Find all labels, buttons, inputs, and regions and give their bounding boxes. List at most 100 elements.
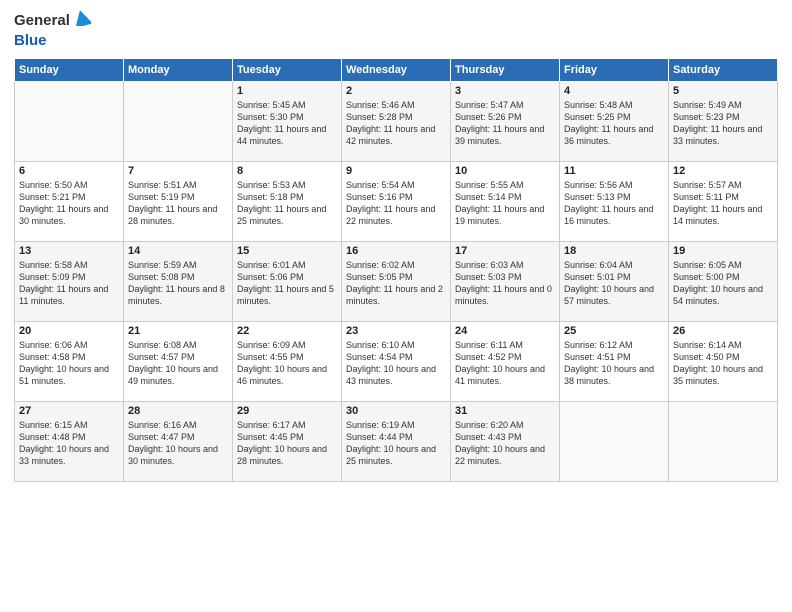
week-row-3: 13 Sunrise: 5:58 AM Sunset: 5:09 PM Dayli… — [15, 241, 778, 321]
day-info: Sunrise: 5:55 AM Sunset: 5:14 PM Dayligh… — [455, 180, 544, 226]
week-row-4: 20 Sunrise: 6:06 AM Sunset: 4:58 PM Dayli… — [15, 321, 778, 401]
calendar-header-row: SundayMondayTuesdayWednesdayThursdayFrid… — [15, 58, 778, 81]
col-header-tuesday: Tuesday — [233, 58, 342, 81]
calendar-cell: 5 Sunrise: 5:49 AM Sunset: 5:23 PM Daylig… — [669, 81, 778, 161]
calendar-cell: 21Sunrise: 6:08 AM Sunset: 4:57 PM Dayli… — [124, 321, 233, 401]
calendar-cell: 11 Sunrise: 5:56 AM Sunset: 5:13 PM Dayli… — [560, 161, 669, 241]
day-number: 21 — [128, 325, 228, 337]
calendar-cell: 25 Sunrise: 6:12 AM Sunset: 4:51 PM Dayli… — [560, 321, 669, 401]
day-info: Sunrise: 6:17 AM Sunset: 4:45 PM Dayligh… — [237, 420, 327, 466]
day-number: 24 — [455, 325, 555, 337]
day-number: 20 — [19, 325, 119, 337]
day-number: 3 — [455, 85, 555, 97]
day-number: 1 — [237, 85, 337, 97]
day-info: Sunrise: 6:20 AM Sunset: 4:43 PM Dayligh… — [455, 420, 545, 466]
day-number: 19 — [673, 245, 773, 257]
day-number: 30 — [346, 405, 446, 417]
day-info: Sunrise: 5:58 AM Sunset: 5:09 PM Dayligh… — [19, 260, 108, 306]
day-info: Sunrise: 6:02 AM Sunset: 5:05 PM Dayligh… — [346, 260, 443, 306]
day-info: Sunrise: 5:45 AM Sunset: 5:30 PM Dayligh… — [237, 100, 326, 146]
day-number: 10 — [455, 165, 555, 177]
day-number: 25 — [564, 325, 664, 337]
day-info: Sunrise: 6:16 AM Sunset: 4:47 PM Dayligh… — [128, 420, 218, 466]
day-number: 31 — [455, 405, 555, 417]
day-info: Sunrise: 6:11 AM Sunset: 4:52 PM Dayligh… — [455, 340, 545, 386]
calendar-cell: 1 Sunrise: 5:45 AM Sunset: 5:30 PM Daylig… — [233, 81, 342, 161]
calendar-cell: 4Sunrise: 5:48 AM Sunset: 5:25 PM Daylig… — [560, 81, 669, 161]
calendar-cell: 19 Sunrise: 6:05 AM Sunset: 5:00 PM Dayli… — [669, 241, 778, 321]
day-info: Sunrise: 5:57 AM Sunset: 5:11 PM Dayligh… — [673, 180, 762, 226]
calendar-cell: 27 Sunrise: 6:15 AM Sunset: 4:48 PM Dayli… — [15, 401, 124, 481]
day-info: Sunrise: 6:01 AM Sunset: 5:06 PM Dayligh… — [237, 260, 334, 306]
day-info: Sunrise: 6:09 AM Sunset: 4:55 PM Dayligh… — [237, 340, 327, 386]
week-row-1: 1 Sunrise: 5:45 AM Sunset: 5:30 PM Daylig… — [15, 81, 778, 161]
day-info: Sunrise: 6:05 AM Sunset: 5:00 PM Dayligh… — [673, 260, 763, 306]
calendar-table: SundayMondayTuesdayWednesdayThursdayFrid… — [14, 58, 778, 482]
calendar-cell: 30 Sunrise: 6:19 AM Sunset: 4:44 PM Dayli… — [342, 401, 451, 481]
calendar-cell: 17 Sunrise: 6:03 AM Sunset: 5:03 PM Dayli… — [451, 241, 560, 321]
calendar-cell: 3 Sunrise: 5:47 AM Sunset: 5:26 PM Daylig… — [451, 81, 560, 161]
day-number: 29 — [237, 405, 337, 417]
day-number: 17 — [455, 245, 555, 257]
calendar-cell — [669, 401, 778, 481]
calendar-cell: 18 Sunrise: 6:04 AM Sunset: 5:01 PM Dayli… — [560, 241, 669, 321]
calendar-cell: 20 Sunrise: 6:06 AM Sunset: 4:58 PM Dayli… — [15, 321, 124, 401]
day-info: Sunrise: 5:54 AM Sunset: 5:16 PM Dayligh… — [346, 180, 435, 226]
day-number: 8 — [237, 165, 337, 177]
day-number: 22 — [237, 325, 337, 337]
calendar-cell: 31 Sunrise: 6:20 AM Sunset: 4:43 PM Dayli… — [451, 401, 560, 481]
calendar-cell — [15, 81, 124, 161]
col-header-sunday: Sunday — [15, 58, 124, 81]
calendar-cell — [560, 401, 669, 481]
calendar-cell: 10 Sunrise: 5:55 AM Sunset: 5:14 PM Dayli… — [451, 161, 560, 241]
col-header-saturday: Saturday — [669, 58, 778, 81]
col-header-monday: Monday — [124, 58, 233, 81]
day-number: 11 — [564, 165, 664, 177]
day-info: Sunrise: 6:04 AM Sunset: 5:01 PM Dayligh… — [564, 260, 654, 306]
day-info: Sunrise: 5:51 AM Sunset: 5:19 PM Dayligh… — [128, 180, 217, 226]
day-number: 2 — [346, 85, 446, 97]
week-row-2: 6Sunrise: 5:50 AM Sunset: 5:21 PM Daylig… — [15, 161, 778, 241]
day-number: 26 — [673, 325, 773, 337]
day-info: Sunrise: 6:03 AM Sunset: 5:03 PM Dayligh… — [455, 260, 552, 306]
day-info: Sunrise: 5:47 AM Sunset: 5:26 PM Dayligh… — [455, 100, 544, 146]
page-container: General Blue SundayMondayTuesdayWednesda… — [0, 0, 792, 612]
day-number: 12 — [673, 165, 773, 177]
day-info: Sunrise: 6:12 AM Sunset: 4:51 PM Dayligh… — [564, 340, 654, 386]
col-header-wednesday: Wednesday — [342, 58, 451, 81]
calendar-cell: 2 Sunrise: 5:46 AM Sunset: 5:28 PM Daylig… — [342, 81, 451, 161]
day-info: Sunrise: 6:14 AM Sunset: 4:50 PM Dayligh… — [673, 340, 763, 386]
day-number: 5 — [673, 85, 773, 97]
day-number: 6 — [19, 165, 119, 177]
day-info: Sunrise: 6:19 AM Sunset: 4:44 PM Dayligh… — [346, 420, 436, 466]
day-number: 9 — [346, 165, 446, 177]
day-info: Sunrise: 6:10 AM Sunset: 4:54 PM Dayligh… — [346, 340, 436, 386]
logo-blue: Blue — [14, 32, 47, 49]
calendar-cell: 24 Sunrise: 6:11 AM Sunset: 4:52 PM Dayli… — [451, 321, 560, 401]
day-number: 16 — [346, 245, 446, 257]
col-header-thursday: Thursday — [451, 58, 560, 81]
day-number: 13 — [19, 245, 119, 257]
calendar-cell — [124, 81, 233, 161]
week-row-5: 27 Sunrise: 6:15 AM Sunset: 4:48 PM Dayli… — [15, 401, 778, 481]
logo-general: General — [14, 12, 70, 30]
col-header-friday: Friday — [560, 58, 669, 81]
logo: General Blue — [14, 10, 91, 50]
calendar-cell: 29 Sunrise: 6:17 AM Sunset: 4:45 PM Dayli… — [233, 401, 342, 481]
day-info: Sunrise: 6:15 AM Sunset: 4:48 PM Dayligh… — [19, 420, 109, 466]
day-info: Sunrise: 5:49 AM Sunset: 5:23 PM Dayligh… — [673, 100, 762, 146]
calendar-cell: 14Sunrise: 5:59 AM Sunset: 5:08 PM Dayli… — [124, 241, 233, 321]
day-info: Sunrise: 5:59 AM Sunset: 5:08 PM Dayligh… — [128, 260, 225, 306]
day-info: Sunrise: 5:46 AM Sunset: 5:28 PM Dayligh… — [346, 100, 435, 146]
header: General Blue — [14, 10, 778, 50]
day-info: Sunrise: 6:06 AM Sunset: 4:58 PM Dayligh… — [19, 340, 109, 386]
calendar-cell: 16 Sunrise: 6:02 AM Sunset: 5:05 PM Dayli… — [342, 241, 451, 321]
calendar-cell: 9 Sunrise: 5:54 AM Sunset: 5:16 PM Daylig… — [342, 161, 451, 241]
calendar-cell: 13 Sunrise: 5:58 AM Sunset: 5:09 PM Dayli… — [15, 241, 124, 321]
calendar-cell: 12 Sunrise: 5:57 AM Sunset: 5:11 PM Dayli… — [669, 161, 778, 241]
day-number: 27 — [19, 405, 119, 417]
day-number: 18 — [564, 245, 664, 257]
logo-arrow-icon — [73, 10, 91, 30]
day-number: 28 — [128, 405, 228, 417]
day-info: Sunrise: 5:56 AM Sunset: 5:13 PM Dayligh… — [564, 180, 653, 226]
